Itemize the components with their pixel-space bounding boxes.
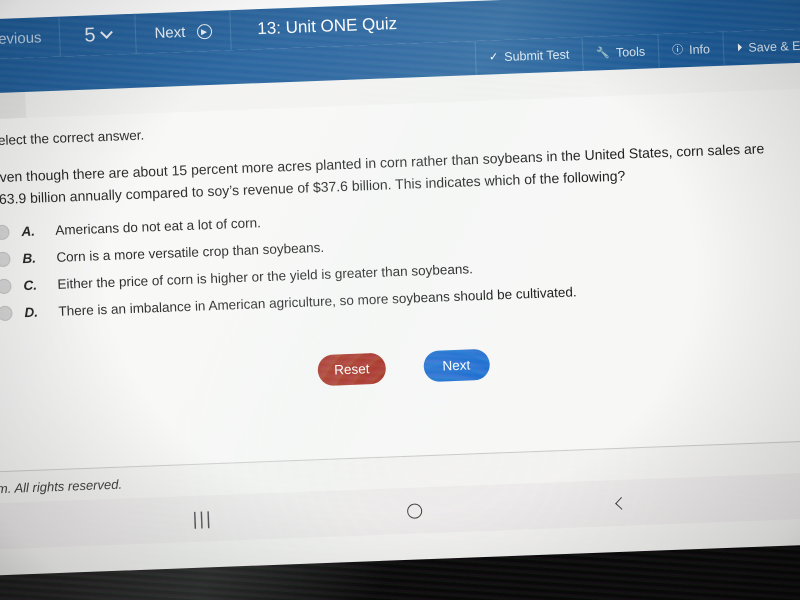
action-button-row: Reset Next [0, 337, 800, 398]
check-circle-icon: ✓ [488, 50, 499, 64]
answer-options-list: A. Americans do not eat a lot of corn. B… [0, 192, 800, 322]
previous-label: Previous [0, 28, 42, 48]
info-label: Info [688, 42, 711, 57]
option-text-a: Americans do not eat a lot of corn. [55, 215, 262, 239]
save-and-exit-button[interactable]: ⏵ Save & Exit [722, 27, 800, 66]
exit-icon: ⏵ [736, 41, 743, 54]
question-number-chip: 5 [0, 91, 27, 121]
radio-button-d[interactable] [0, 305, 13, 322]
info-circle-icon: ⓘ [671, 43, 684, 57]
option-letter-c: C. [23, 278, 38, 294]
option-letter-a: A. [21, 224, 36, 240]
wrench-icon: 🔧 [596, 46, 611, 59]
home-circle-icon[interactable] [406, 502, 423, 519]
tablet-photo: ╱ 📶 📶 [0, 0, 800, 600]
tools-label: Tools [615, 44, 646, 60]
page-number-value: 5 [84, 23, 96, 47]
tablet-screen: ╱ 📶 📶 [0, 0, 800, 577]
radio-button-a[interactable] [0, 225, 10, 241]
submit-test-label: Submit Test [503, 47, 570, 64]
back-chevron-icon[interactable] [614, 496, 628, 510]
reset-button[interactable]: Reset [317, 353, 387, 387]
page-number-dropdown[interactable]: 5 [58, 13, 138, 57]
option-text-d: There is an imbalance in American agricu… [58, 284, 577, 320]
next-nav-button[interactable]: Next [135, 10, 233, 54]
question-sheet: Select the correct answer. Even though t… [0, 87, 800, 473]
option-text-b: Corn is a more versatile crop than soybe… [56, 240, 325, 266]
submit-test-button[interactable]: ✓ Submit Test [474, 37, 583, 76]
option-letter-d: D. [24, 304, 39, 321]
next-nav-label: Next [154, 23, 186, 42]
quiz-title: 13: Unit ONE Quiz [231, 3, 416, 50]
tools-button[interactable]: 🔧 Tools [581, 34, 659, 72]
next-button[interactable]: Next [422, 349, 490, 383]
radio-button-c[interactable] [0, 278, 12, 295]
recents-icon[interactable]: ||| [192, 508, 213, 529]
quiz-title-label: 13: Unit ONE Quiz [256, 13, 398, 39]
radio-button-b[interactable] [0, 251, 11, 268]
info-button[interactable]: ⓘ Info [657, 31, 724, 69]
arrow-right-circle-icon [197, 23, 213, 39]
previous-button[interactable]: Previous [0, 17, 60, 61]
option-letter-b: B. [22, 251, 37, 267]
chevron-down-icon [100, 25, 114, 39]
save-and-exit-label: Save & Exit [748, 38, 800, 55]
